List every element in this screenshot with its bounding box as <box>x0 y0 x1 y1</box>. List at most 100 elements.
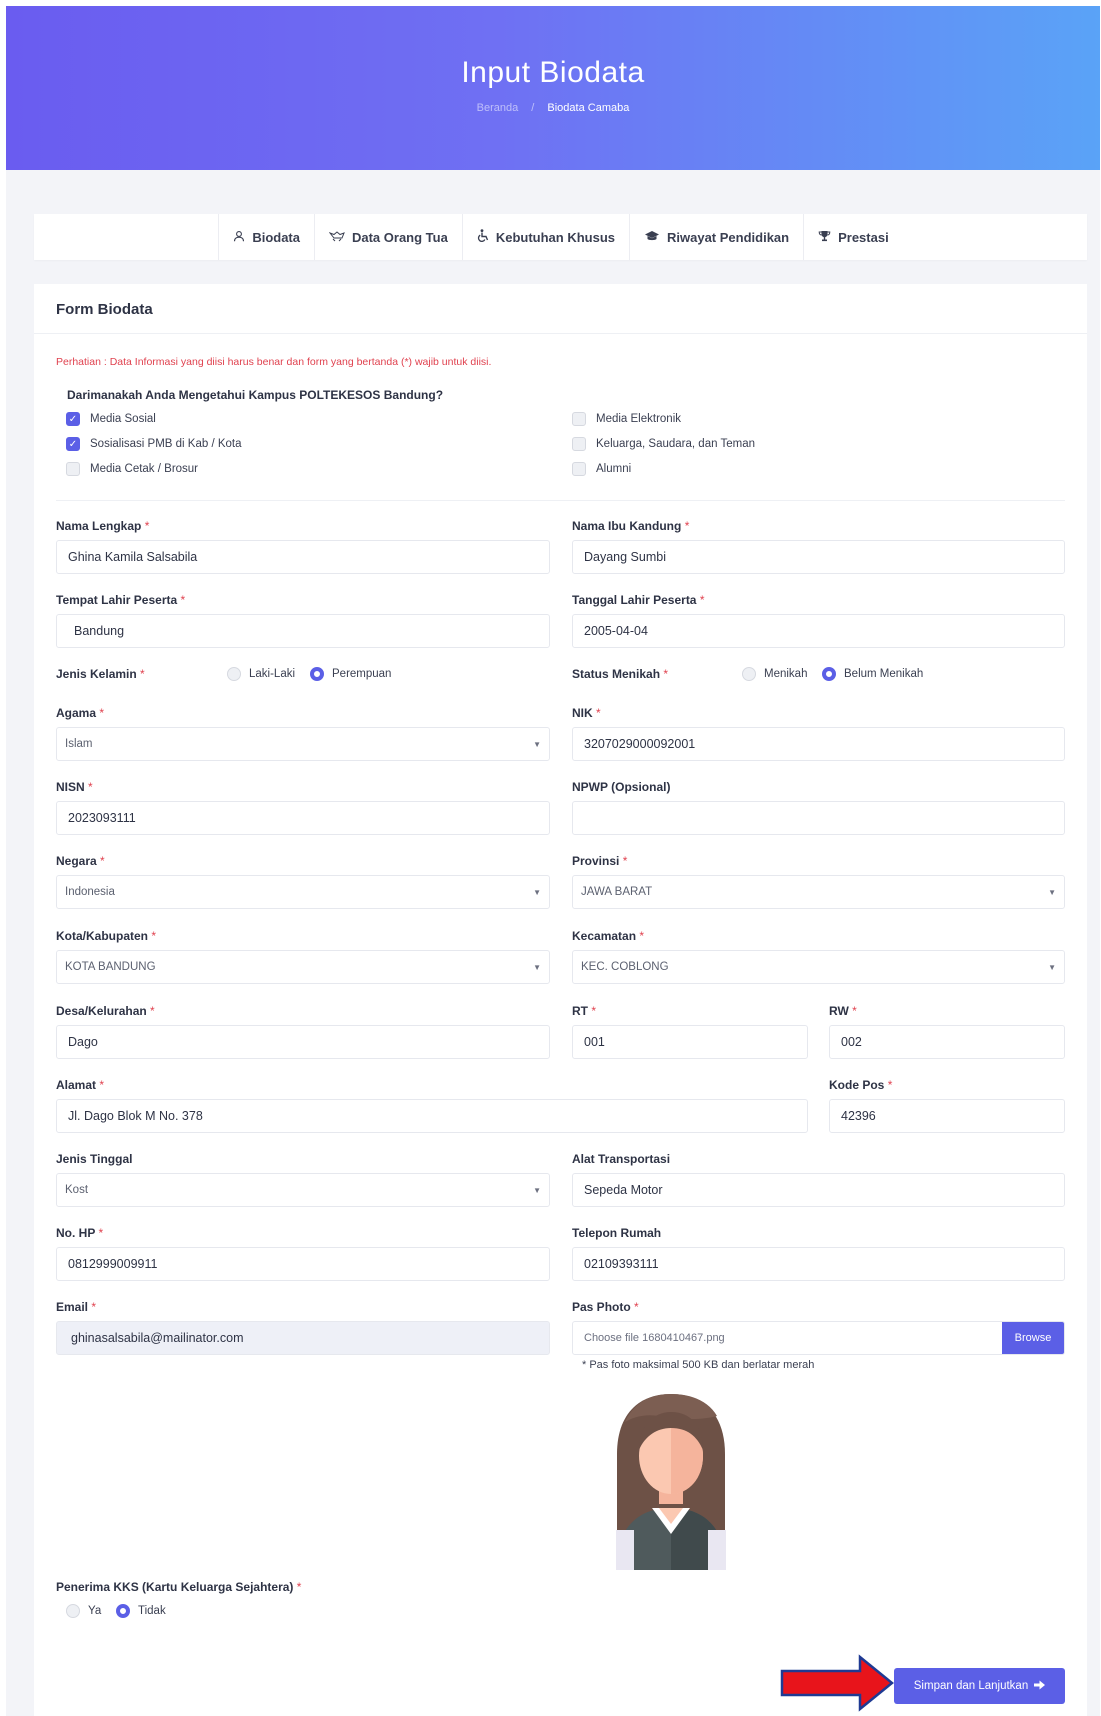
label-pas-photo: Pas Photo * <box>572 1300 639 1314</box>
breadcrumb: Beranda / Biodata Camaba <box>6 102 1100 114</box>
checkbox-checked-icon: ✓ <box>66 437 80 451</box>
tab-label: Kebutuhan Khusus <box>495 229 615 245</box>
npwp-input[interactable] <box>572 801 1065 835</box>
label-npwp: NPWP (Opsional) <box>572 780 671 794</box>
breadcrumb-current: Biodata Camaba <box>547 102 630 114</box>
tanggal-lahir-input[interactable]: 2005-04-04 <box>572 614 1065 648</box>
file-name: Choose file 1680410467.png <box>584 1332 725 1344</box>
chevron-down-icon: ▼ <box>533 1185 541 1195</box>
source-question: Darimanakah Anda Mengetahui Kampus POLTE… <box>67 388 444 402</box>
parents-icon <box>328 230 345 245</box>
label-status-menikah: Status Menikah * <box>572 667 669 681</box>
checkbox-label: Sosialisasi PMB di Kab / Kota <box>90 438 242 450</box>
breadcrumb-home-link[interactable]: Beranda <box>477 102 519 114</box>
checkbox-unchecked-icon <box>572 462 586 476</box>
label-alamat: Alamat * <box>56 1078 105 1092</box>
tab-kebutuhan-khusus[interactable]: Kebutuhan Khusus <box>461 214 629 260</box>
label-nisn: NISN * <box>56 780 93 794</box>
browse-button[interactable]: Browse <box>1002 1322 1064 1354</box>
no-hp-input[interactable]: 0812999009911 <box>56 1247 550 1281</box>
checkbox-sosialisasi-pmb[interactable]: ✓ Sosialisasi PMB di Kab / Kota <box>66 437 242 451</box>
checkbox-label: Alumni <box>596 463 632 475</box>
chevron-down-icon: ▼ <box>533 739 541 749</box>
checkbox-label: Media Cetak / Brosur <box>90 463 199 475</box>
rt-input[interactable]: 001 <box>572 1025 808 1059</box>
checkbox-media-cetak[interactable]: Media Cetak / Brosur <box>66 462 198 476</box>
select-value: JAWA BARAT <box>581 886 653 898</box>
email-input[interactable]: ghinasalsabila@mailinator.com <box>56 1321 550 1355</box>
tab-data-orang-tua[interactable]: Data Orang Tua <box>313 214 462 260</box>
chevron-down-icon: ▼ <box>533 887 541 897</box>
checkbox-label: Media Elektronik <box>596 413 682 425</box>
radio-belum-menikah[interactable]: Belum Menikah <box>822 667 923 681</box>
checkbox-keluarga[interactable]: Keluarga, Saudara, dan Teman <box>572 437 755 451</box>
kecamatan-select[interactable]: KEC. COBLONG ▼ <box>572 950 1065 984</box>
nisn-input[interactable]: 2023093111 <box>56 801 550 835</box>
radio-label: Tidak <box>138 1605 166 1617</box>
nik-input[interactable]: 3207029000092001 <box>572 727 1065 761</box>
checkbox-alumni[interactable]: Alumni <box>572 462 631 476</box>
avatar <box>596 1390 746 1570</box>
negara-select[interactable]: Indonesia ▼ <box>56 875 550 909</box>
radio-kks-tidak[interactable]: Tidak <box>116 1604 166 1618</box>
radio-label: Perempuan <box>332 668 392 680</box>
checkbox-checked-icon: ✓ <box>66 412 80 426</box>
radio-label: Menikah <box>764 668 808 680</box>
nama-ibu-input[interactable]: Dayang Sumbi <box>572 540 1065 574</box>
chevron-down-icon: ▼ <box>1048 887 1056 897</box>
label-kecamatan: Kecamatan * <box>572 929 645 943</box>
agama-select[interactable]: Islam ▼ <box>56 727 550 761</box>
button-label: Simpan dan Lanjutkan <box>913 1680 1029 1692</box>
checkbox-unchecked-icon <box>572 412 586 426</box>
alamat-input[interactable]: Jl. Dago Blok M No. 378 <box>56 1099 808 1133</box>
radio-kks-ya[interactable]: Ya <box>66 1604 101 1618</box>
label-desa: Desa/Kelurahan * <box>56 1004 155 1018</box>
telepon-rumah-input[interactable]: 02109393111 <box>572 1247 1065 1281</box>
jenis-tinggal-select[interactable]: Kost ▼ <box>56 1173 550 1207</box>
kota-select[interactable]: KOTA BANDUNG ▼ <box>56 950 550 984</box>
radio-menikah[interactable]: Menikah <box>742 667 807 681</box>
tab-riwayat-pendidikan[interactable]: Riwayat Pendidikan <box>629 214 803 260</box>
tab-label: Riwayat Pendidikan <box>667 229 790 245</box>
tab-biodata[interactable]: Biodata <box>218 214 314 260</box>
rw-input[interactable]: 002 <box>829 1025 1065 1059</box>
radio-perempuan[interactable]: Perempuan <box>310 667 391 681</box>
checkbox-unchecked-icon <box>66 462 80 476</box>
label-tanggal-lahir: Tanggal Lahir Peserta * <box>572 593 705 607</box>
pas-photo-file-input[interactable]: Choose file 1680410467.png Browse <box>572 1321 1065 1355</box>
label-nik: NIK * <box>572 706 601 720</box>
checkbox-media-elektronik[interactable]: Media Elektronik <box>572 412 681 426</box>
label-no-hp: No. HP * <box>56 1226 104 1240</box>
tab-prestasi[interactable]: Prestasi <box>803 214 903 260</box>
radio-laki-laki[interactable]: Laki-Laki <box>227 667 295 681</box>
label-jenis-kelamin: Jenis Kelamin * <box>56 667 145 681</box>
label-rt: RT * <box>572 1004 597 1018</box>
radio-label: Belum Menikah <box>844 668 924 680</box>
radio-selected-icon <box>116 1604 130 1618</box>
provinsi-select[interactable]: JAWA BARAT ▼ <box>572 875 1065 909</box>
radio-label: Laki-Laki <box>249 668 296 680</box>
alat-transportasi-input[interactable]: Sepeda Motor <box>572 1173 1065 1207</box>
label-telepon-rumah: Telepon Rumah <box>572 1226 662 1240</box>
checkbox-label: Media Sosial <box>90 413 156 425</box>
page-header: Input Biodata Beranda / Biodata Camaba <box>6 6 1100 170</box>
radio-unselected-icon <box>66 1604 80 1618</box>
pas-photo-note: * Pas foto maksimal 500 KB dan berlatar … <box>582 1359 815 1371</box>
tab-label: Biodata <box>252 229 300 245</box>
radio-label: Ya <box>88 1605 102 1617</box>
desa-input[interactable]: Dago <box>56 1025 550 1059</box>
nama-lengkap-input[interactable]: Ghina Kamila Salsabila <box>56 540 550 574</box>
label-kota: Kota/Kabupaten * <box>56 929 157 943</box>
checkbox-label: Keluarga, Saudara, dan Teman <box>596 438 755 450</box>
kode-pos-input[interactable]: 42396 <box>829 1099 1065 1133</box>
simpan-lanjutkan-button[interactable]: Simpan dan Lanjutkan <box>894 1668 1065 1704</box>
radio-unselected-icon <box>742 667 756 681</box>
radio-selected-icon <box>310 667 324 681</box>
chevron-down-icon: ▼ <box>1048 962 1056 972</box>
select-value: Islam <box>65 738 93 750</box>
label-nama-lengkap: Nama Lengkap * <box>56 519 150 533</box>
select-value: KEC. COBLONG <box>581 961 669 973</box>
tempat-lahir-input[interactable]: Bandung <box>56 614 550 648</box>
label-kode-pos: Kode Pos * <box>829 1078 893 1092</box>
checkbox-media-sosial[interactable]: ✓ Media Sosial <box>66 412 156 426</box>
